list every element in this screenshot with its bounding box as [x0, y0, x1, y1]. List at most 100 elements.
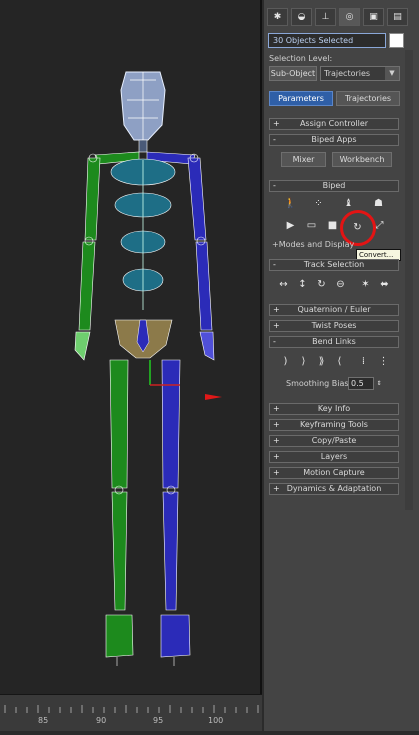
figure-mode-button[interactable]: 🚶 — [283, 196, 298, 211]
rollout-biped-apps[interactable]: - Biped Apps — [269, 134, 399, 146]
twist-links-mode-button[interactable]: ⟩ — [296, 354, 311, 369]
biped-spine[interactable] — [110, 158, 176, 310]
biped-left-leg[interactable] — [105, 359, 134, 666]
smooth-twist-mode-button[interactable]: ⟨ — [332, 354, 347, 369]
selection-level-label: Selection Level: — [269, 54, 333, 63]
motion-icon: ◎ — [345, 12, 354, 22]
parameters-button[interactable]: Parameters — [269, 91, 333, 106]
rollout-bend-links[interactable]: - Bend Links — [269, 336, 399, 348]
panel-scrollbar[interactable] — [405, 50, 413, 510]
vertical-arrows-icon: ↕ — [298, 279, 307, 290]
hierarchy-icon: ⊥ — [321, 12, 330, 22]
rollout-biped[interactable]: - Biped — [269, 180, 399, 192]
rollout-key-info[interactable]: + Key Info — [269, 403, 399, 415]
display-tab[interactable]: ▣ — [363, 8, 384, 26]
body-horizontal-button[interactable]: ↔ — [276, 277, 291, 292]
expand-icon: + — [273, 321, 280, 330]
timeline-tick-label: 90 — [96, 716, 107, 725]
mixer-mode-button[interactable]: ☗ — [371, 196, 386, 211]
footstep-mode-button[interactable]: ⁘ — [311, 196, 326, 211]
collapse-icon: - — [273, 260, 276, 269]
mirror-button[interactable]: ⬌ — [377, 277, 392, 292]
sub-object-button[interactable]: Sub-Object — [269, 66, 317, 81]
modes-and-display-label[interactable]: +Modes and Display — [272, 240, 354, 249]
expand-icon: + — [273, 436, 280, 445]
rollout-title: Copy/Paste — [311, 436, 357, 445]
rollout-assign-controller[interactable]: + Assign Controller — [269, 118, 399, 130]
zero-twist-button[interactable]: ⁞ — [356, 354, 371, 369]
object-color-swatch[interactable] — [389, 33, 404, 48]
biped-left-arm[interactable] — [74, 153, 101, 361]
zero-all-button[interactable]: ⋮ — [376, 354, 391, 369]
biped-right-leg[interactable] — [160, 359, 191, 666]
rollout-title: Track Selection — [303, 260, 365, 269]
create-tab[interactable]: ✱ — [267, 8, 288, 26]
display-icon: ▣ — [369, 12, 378, 22]
smoothing-bias-spinner[interactable]: ⇕ — [375, 377, 383, 390]
selection-name-field[interactable]: 30 Objects Selected — [268, 33, 386, 48]
mirror-icon: ⬌ — [380, 279, 389, 290]
biped-neck[interactable] — [138, 139, 148, 153]
trajectories-button[interactable]: Trajectories — [336, 91, 400, 106]
rollout-dynamics-adaptation[interactable]: + Dynamics & Adaptation — [269, 483, 399, 495]
move-all-icon: ⤢ — [375, 220, 384, 231]
sub-object-dropdown-value: Trajectories — [324, 69, 371, 78]
rollout-layers[interactable]: + Layers — [269, 451, 399, 463]
modify-tab[interactable]: ◒ — [291, 8, 312, 26]
playback-button[interactable]: ▶ — [283, 218, 298, 233]
collapse-icon: - — [273, 135, 276, 144]
rollout-title: Bend Links — [312, 337, 356, 346]
zero-twist-icon: ⁞ — [361, 356, 366, 367]
rollout-title: Layers — [320, 452, 348, 461]
rollout-copy-paste[interactable]: + Copy/Paste — [269, 435, 399, 447]
biped-right-arm[interactable] — [187, 153, 215, 361]
lock-cog-button[interactable]: ⊖ — [333, 277, 348, 292]
utilities-tab[interactable]: ▤ — [387, 8, 408, 26]
sub-object-dropdown[interactable]: Trajectories ▼ — [320, 66, 400, 81]
rotation-icon: ↻ — [317, 279, 326, 290]
smooth-twist-icon: ⟨ — [337, 356, 342, 367]
rollout-title: Quaternion / Euler — [297, 305, 371, 314]
timeline-tick-label: 85 — [38, 716, 49, 725]
motion-flow-mode-button[interactable]: ♝ — [341, 196, 356, 211]
spinner-arrows-icon: ⇕ — [376, 380, 382, 387]
smoothing-bias-input[interactable]: 0.5 — [348, 377, 374, 390]
mixer-mode-icon: ☗ — [374, 198, 383, 209]
transform-gizmo[interactable] — [149, 360, 222, 400]
rollout-motion-capture[interactable]: + Motion Capture — [269, 467, 399, 479]
rollout-title: Dynamics & Adaptation — [286, 484, 382, 493]
viewport[interactable] — [0, 0, 262, 694]
create-icon: ✱ — [273, 12, 282, 22]
select-opposite-button[interactable]: ✶ — [358, 277, 373, 292]
expand-icon: + — [273, 119, 280, 128]
motion-tab[interactable]: ◎ — [339, 8, 360, 26]
utilities-icon: ▤ — [393, 12, 402, 22]
load-file-button[interactable]: ▭ — [304, 218, 319, 233]
modify-icon: ◒ — [297, 12, 306, 22]
twist-icon: ⟩ — [301, 356, 306, 367]
body-rotation-button[interactable]: ↻ — [314, 277, 329, 292]
bend-links-mode-button[interactable]: ) — [278, 354, 293, 369]
workbench-button[interactable]: Workbench — [332, 152, 392, 167]
rollout-quaternion-euler[interactable]: + Quaternion / Euler — [269, 304, 399, 316]
smoothing-bias-label: Smoothing Bias — [286, 379, 349, 388]
hierarchy-tab[interactable]: ⊥ — [315, 8, 336, 26]
rollout-title: Biped Apps — [311, 135, 357, 144]
biped-head[interactable] — [120, 71, 166, 141]
expand-icon: + — [273, 404, 280, 413]
expand-icon: + — [273, 452, 280, 461]
twist-individual-mode-button[interactable]: ⟫ — [314, 354, 329, 369]
body-vertical-button[interactable]: ↕ — [295, 277, 310, 292]
rollout-title: Assign Controller — [299, 119, 369, 128]
mixer-button[interactable]: Mixer — [281, 152, 326, 167]
rollout-twist-poses[interactable]: + Twist Poses — [269, 320, 399, 332]
rollout-title: Keyframing Tools — [300, 420, 368, 429]
save-file-button[interactable]: ■ — [325, 218, 340, 233]
lock-icon: ⊖ — [336, 279, 345, 290]
rollout-track-selection[interactable]: - Track Selection — [269, 259, 399, 271]
command-panel-tabs: ✱ ◒ ⊥ ◎ ▣ ▤ — [267, 8, 408, 28]
timeline-ruler[interactable] — [0, 694, 262, 731]
rollout-keyframing-tools[interactable]: + Keyframing Tools — [269, 419, 399, 431]
biped-figure[interactable] — [0, 0, 262, 694]
rollout-title: Biped — [322, 181, 346, 190]
